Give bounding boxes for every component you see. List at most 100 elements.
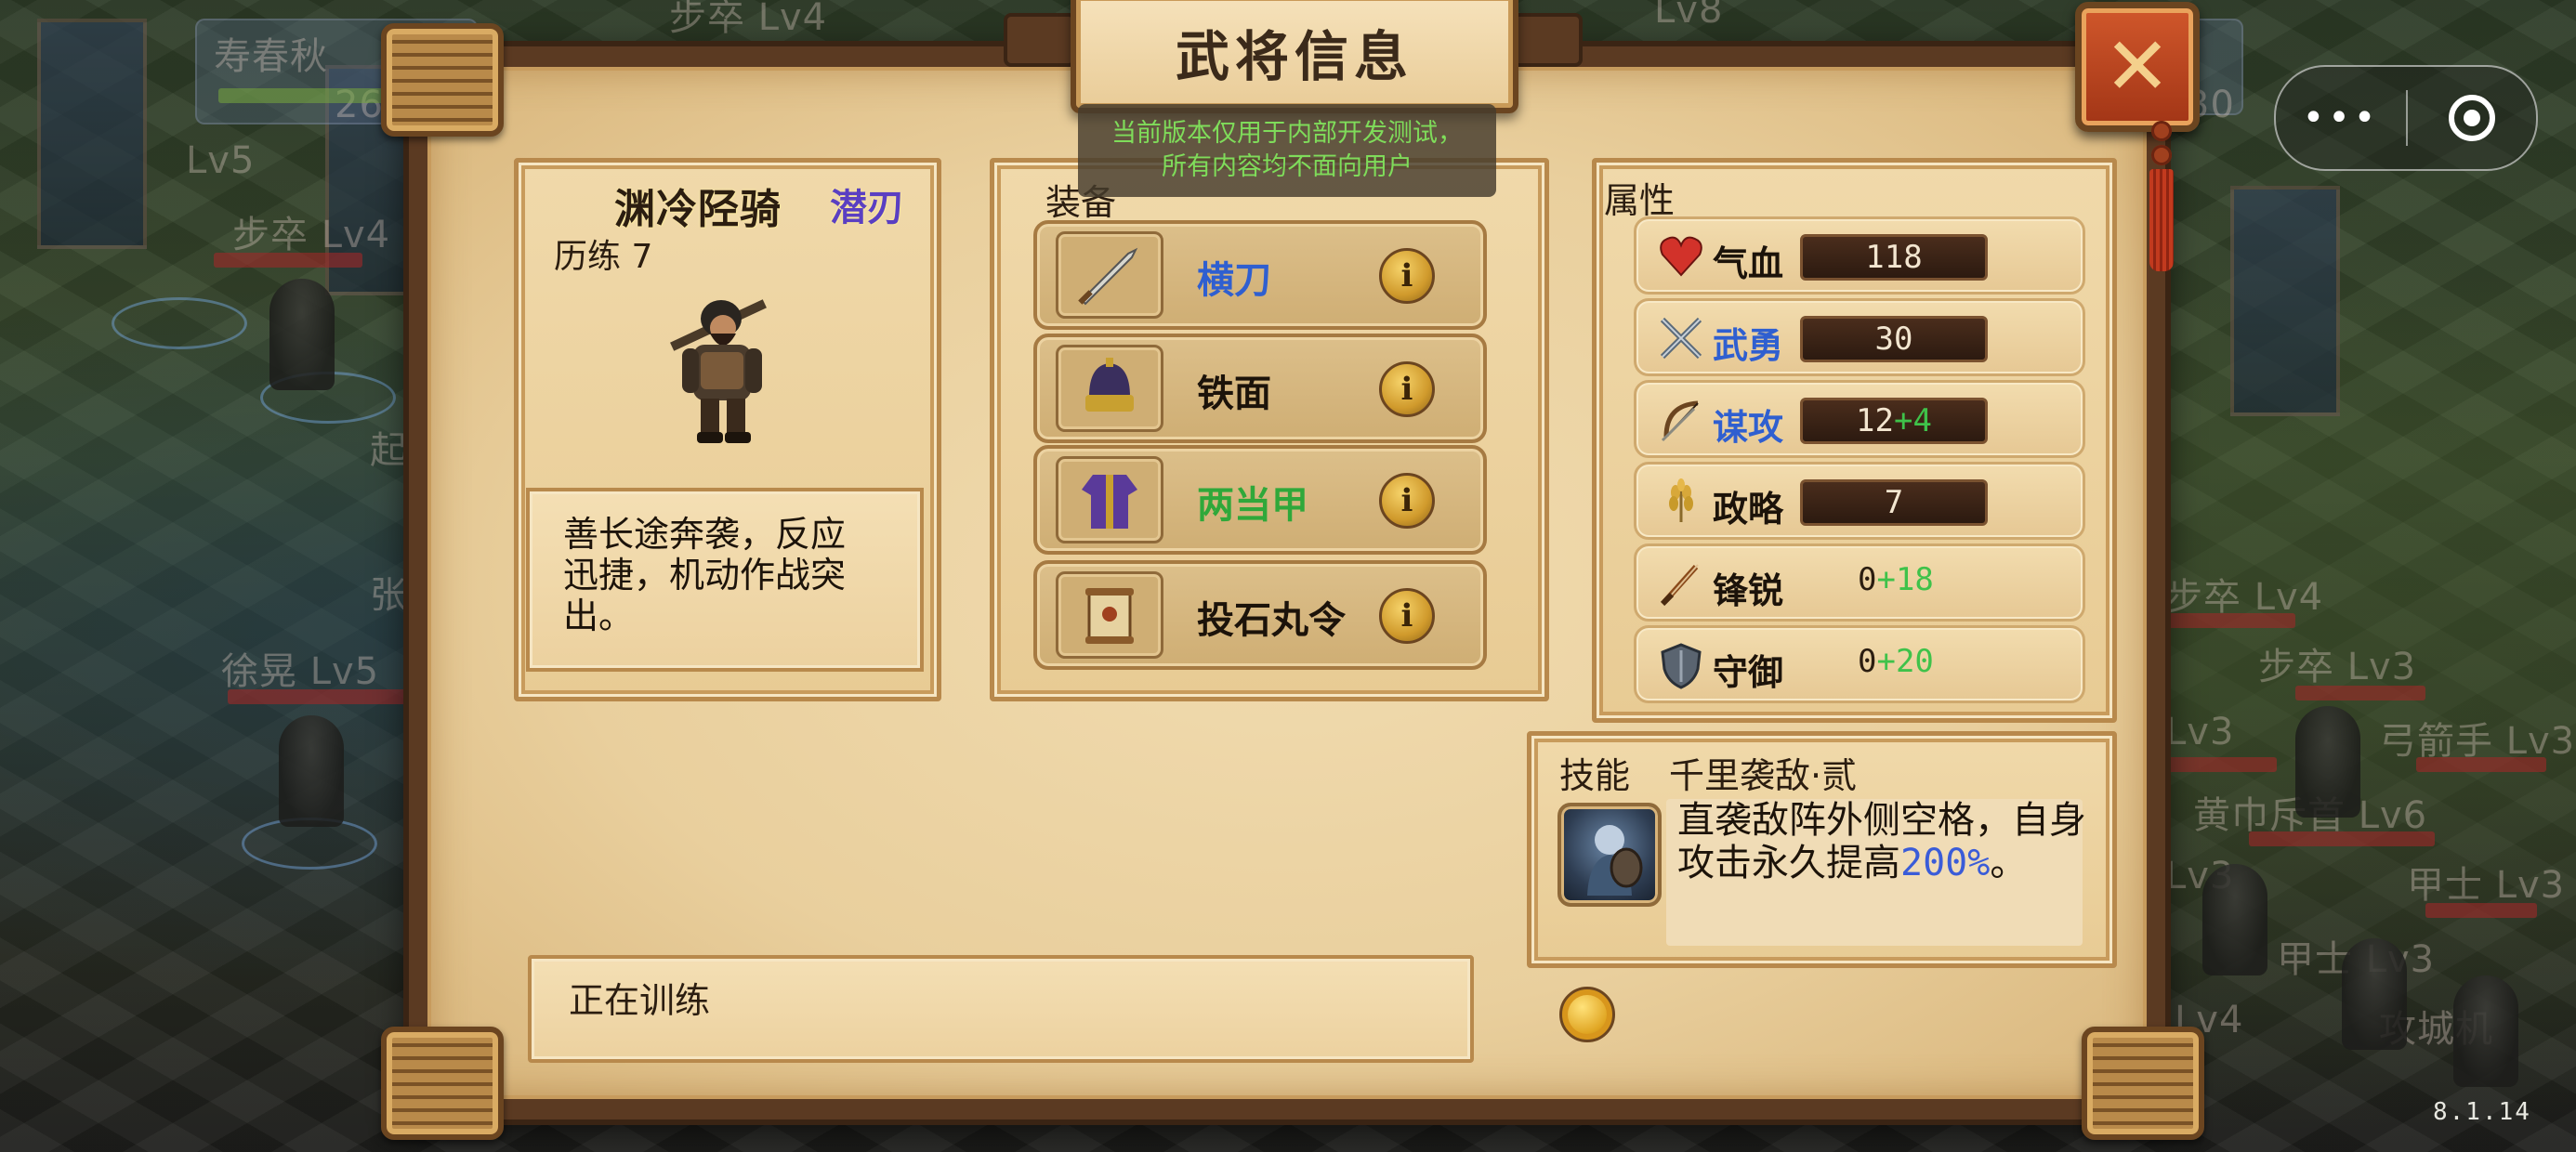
background-label: Lv8 [1654,0,1724,32]
armor-icon [1056,456,1163,543]
attribute-base-value: 0 [1858,643,1877,680]
training-status-bar: 正在训练 [528,955,1474,1063]
title-plaque-cap [1510,13,1583,67]
corner-ornament [381,1027,504,1140]
hero-training-level: 历练 7 [554,238,653,276]
background-label: 寿春秋 [214,35,328,78]
dev-notice-line: 所有内容均不面向用户 [1162,152,1413,181]
equipment-info-button[interactable]: i [1379,248,1435,304]
background-health-bar [2425,903,2537,918]
background-banner [2230,186,2340,416]
attribute-value: 0+18 [1858,561,1934,598]
crossed-swords-icon [1660,317,1702,360]
attribute-base-value: 7 [1884,484,1904,521]
sword-icon [1056,231,1163,319]
attribute-row: 政略 7 [1634,462,2085,540]
background-label: 起 [370,429,408,472]
scroll-icon [1056,571,1163,659]
more-menu-button[interactable]: ••• [2276,97,2406,139]
attribute-value: 0+20 [1858,643,1934,680]
blade-icon [1660,564,1699,607]
background-banner [37,19,147,249]
background-label: 步卒 Lv3 [2258,646,2417,688]
close-button[interactable]: ✕ [2075,2,2200,132]
background-health-bar [214,253,362,268]
attribute-row: 锋锐 0+18 [1634,543,2085,622]
wheat-icon [1669,478,1693,522]
attribute-base-value: 12 [1856,402,1894,439]
exit-miniprogram-button[interactable] [2408,95,2536,141]
corner-ornament [381,23,504,137]
attribute-row: 气血 118 [1634,216,2085,295]
skill-panel: 技能 千里袭敌·贰 直袭敌阵外侧空格，自身攻击永久提高200%。 [1527,731,2117,968]
attribute-base-value: 118 [1865,239,1923,276]
background-unit [2202,864,2267,975]
attributes-panel: 属性 气血 118 武勇 30 谋攻 12+4 政略 7 锋锐 0+18 守御 [1592,158,2117,723]
background-unit [2295,706,2360,818]
equipment-name: 投石丸令 [1197,599,1346,642]
attribute-bonus-value: +20 [1876,643,1934,680]
dev-notice-line: 当前版本仅用于内部开发测试， [1111,119,1463,148]
background-label: 徐晃 Lv5 [221,650,380,693]
attribute-name: 武勇 [1713,325,1784,366]
helmet-icon [1056,345,1163,432]
equipment-info-button[interactable]: i [1379,473,1435,529]
selection-ring [112,297,247,349]
background-unit [279,715,344,827]
attribute-value-bar: 7 [1800,479,1988,526]
background-label: 甲士 Lv3 [2407,864,2566,907]
gold-coin-icon[interactable] [1559,987,1615,1042]
attributes-label: 属性 [1604,180,1676,221]
heart-icon [1660,236,1702,277]
background-health-bar [2165,613,2295,628]
hero-name: 渊冷陉骑 [614,186,782,233]
skill-name: 千里袭敌·贰 [1669,755,1858,796]
background-label: Lv5 [186,139,256,182]
hero-panel: 渊冷陉骑 潜刃 历练 7 善长途奔袭，反应迅捷，机动作战突出。 [514,158,941,701]
equipment-name: 铁面 [1197,373,1271,415]
bow-icon [1661,400,1699,442]
equipment-slot[interactable]: 铁面 i [1033,334,1487,443]
attribute-bonus-value: +4 [1894,402,1932,439]
hero-portrait [670,299,767,443]
equipment-slot[interactable]: 两当甲 i [1033,445,1487,555]
attribute-name: 谋攻 [1713,407,1784,448]
hero-class: 潜刃 [830,187,904,229]
background-health-bar [2249,831,2435,846]
attribute-base-value: 30 [1874,321,1913,358]
skill-highlight-value: 200% [1900,842,1991,884]
hero-description-box: 善长途奔袭，反应迅捷，机动作战突出。 [526,488,924,672]
attribute-base-value: 0 [1858,561,1877,598]
background-health-bar [2416,757,2546,772]
attribute-name: 气血 [1713,243,1784,284]
attribute-value-bar: 12 +4 [1800,398,1988,444]
attribute-name: 锋锐 [1713,570,1784,611]
background-label: 步卒 Lv4 [232,214,391,256]
attribute-name: 守御 [1713,652,1784,693]
attribute-value-bar: 30 [1800,316,1988,362]
equipment-panel: 装备 横刀 i 铁面 i 两当甲 i 投石丸令 i [990,158,1549,701]
miniprogram-capsule: ••• [2274,65,2538,171]
equipment-info-button[interactable]: i [1379,361,1435,417]
background-health-bar [228,689,414,704]
background-unit [2342,938,2407,1050]
skill-icon[interactable] [1557,803,1662,907]
hero-description: 善长途奔袭，反应迅捷，机动作战突出。 [563,514,847,636]
background-label: 步卒 Lv4 [669,0,828,39]
skill-description-box: 直袭敌阵外侧空格，自身攻击永久提高200%。 [1666,799,2086,946]
title-plaque-cap [1004,13,1076,67]
version-label: 8.1.14 [2433,1098,2531,1126]
training-status-text: 正在训练 [569,980,711,1021]
skill-description-end: 。 [1990,842,2028,884]
equipment-slot[interactable]: 投石丸令 i [1033,560,1487,670]
equipment-info-button[interactable]: i [1379,588,1435,644]
corner-ornament [2082,1027,2204,1140]
background-label: Lv3 [2165,711,2235,753]
equipment-slot[interactable]: 横刀 i [1033,220,1487,330]
shield-icon [1661,643,1702,689]
tassel-ornament [2149,121,2174,288]
close-icon: ✕ [2103,20,2172,113]
attribute-row: 武勇 30 [1634,298,2085,376]
attribute-row: 守御 0+20 [1634,625,2085,703]
attribute-bonus-value: +18 [1876,561,1934,598]
